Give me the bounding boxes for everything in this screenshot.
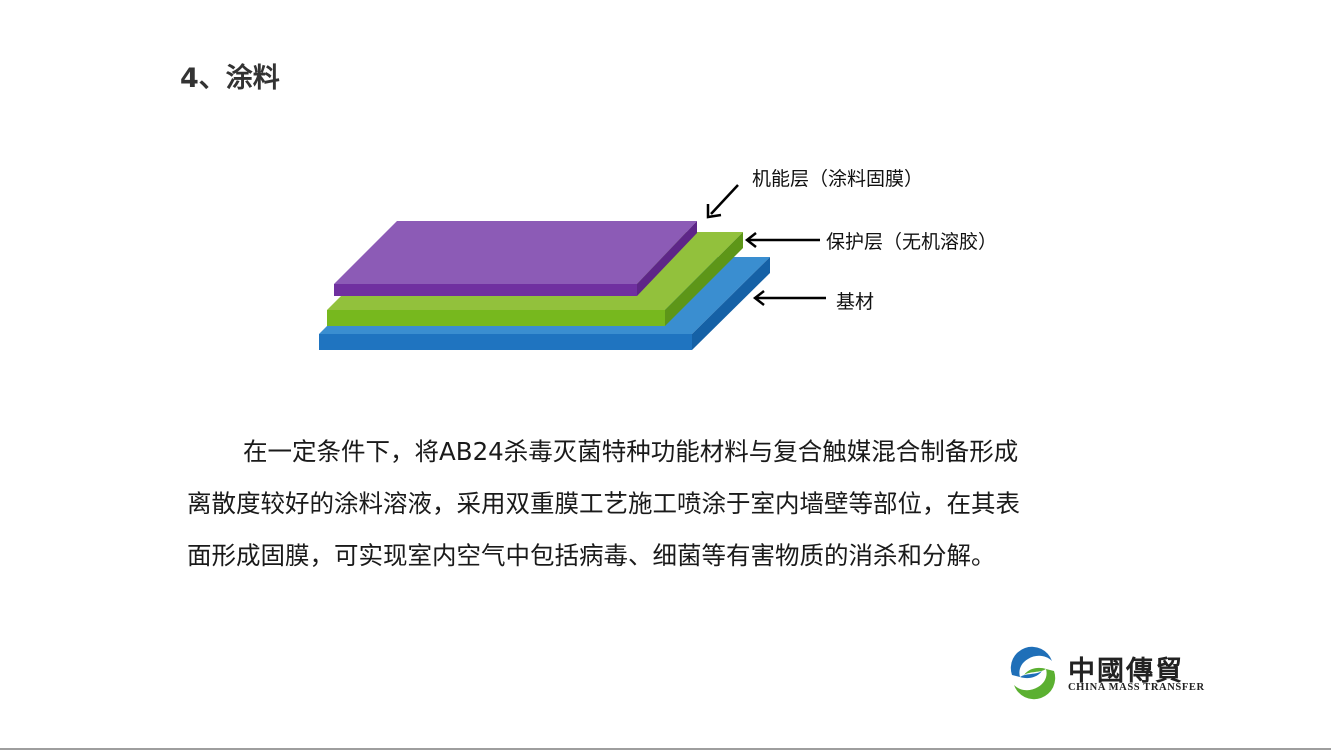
arrow-functional xyxy=(706,184,739,219)
functional-front xyxy=(334,284,637,296)
company-logo: 中國傳貿 CHINA MASS TRANSFER xyxy=(1006,645,1206,701)
functional-top xyxy=(334,221,697,284)
logo-name-en: CHINA MASS TRANSFER xyxy=(1068,682,1205,693)
paragraph-line-2: 离散度较好的涂料溶液，采用双重膜工艺施工喷涂于室内墙壁等部位，在其表 xyxy=(187,489,1020,518)
layer-diagram xyxy=(319,184,826,350)
label-protective-layer: 保护层（无机溶胶） xyxy=(826,231,998,253)
functional-layer xyxy=(334,221,697,296)
label-functional-layer: 机能层（涂料固膜） xyxy=(752,168,924,190)
paragraph-line-3: 面形成固膜，可实现室内空气中包括病毒、细菌等有害物质的消杀和分解。 xyxy=(187,541,996,570)
label-substrate: 基材 xyxy=(836,291,875,313)
arrow-substrate xyxy=(752,290,826,306)
substrate-front xyxy=(319,334,692,350)
paragraph-line-1: 在一定条件下，将AB24杀毒灭菌特种功能材料与复合触媒混合制备形成 xyxy=(243,437,1019,466)
arrow-protective xyxy=(744,232,820,248)
protective-front xyxy=(327,310,665,326)
bottom-divider xyxy=(0,748,1331,750)
logo-mark-icon xyxy=(1009,646,1057,700)
description-paragraph: 在一定条件下，将AB24杀毒灭菌特种功能材料与复合触媒混合制备形成 离散度较好的… xyxy=(187,426,1147,582)
